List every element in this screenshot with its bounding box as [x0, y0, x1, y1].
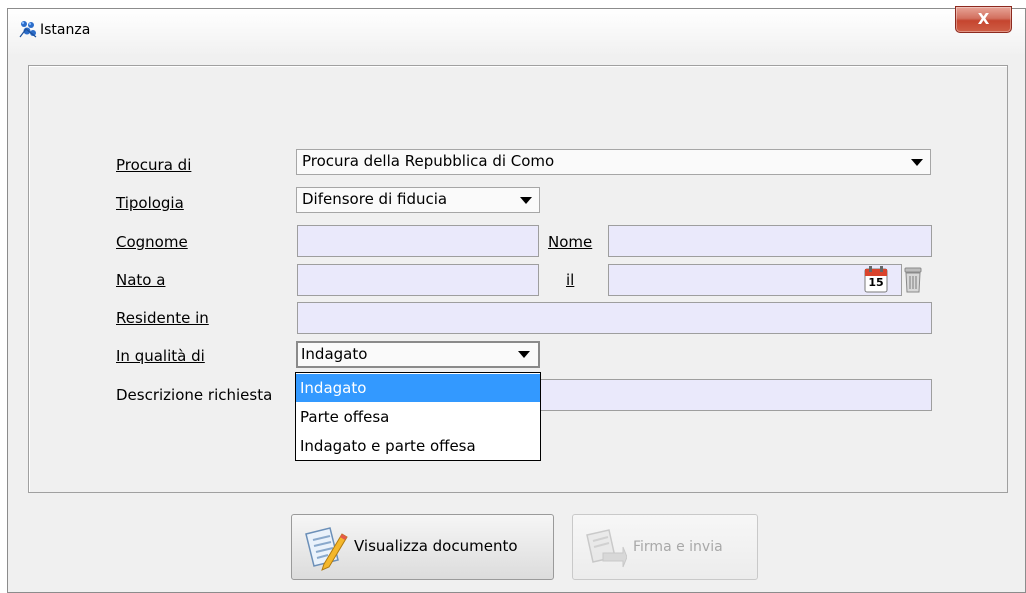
close-button[interactable]: X — [955, 6, 1012, 33]
visualizza-documento-label: Visualizza documento — [354, 537, 518, 555]
tipologia-select[interactable]: Difensore di fiducia — [296, 187, 540, 213]
descrizione-richiesta-label: Descrizione richiesta — [116, 386, 273, 404]
procura-select-value: Procura della Repubblica di Como — [302, 152, 555, 170]
nato-a-label: Nato a — [116, 271, 166, 289]
app-icon — [19, 21, 37, 38]
residente-in-input[interactable] — [297, 302, 932, 334]
chevron-down-icon — [911, 159, 923, 166]
in-qualita-di-select[interactable]: Indagato — [296, 341, 540, 368]
calendar-icon[interactable]: 15 — [864, 266, 888, 293]
procura-label: Procura di — [116, 156, 192, 174]
visualizza-documento-button[interactable]: Visualizza documento — [291, 514, 554, 580]
chevron-down-icon — [518, 351, 530, 358]
window-title: Istanza — [40, 22, 91, 38]
residente-in-label: Residente in — [116, 309, 209, 327]
firma-e-invia-button[interactable]: Firma e invia — [572, 514, 758, 580]
cognome-label: Cognome — [116, 233, 188, 251]
calendar-day: 15 — [868, 276, 884, 289]
document-send-icon — [586, 529, 627, 568]
document-edit-icon — [305, 527, 348, 571]
title-bar — [8, 9, 1025, 54]
dropdown-option-parte-offesa[interactable]: Parte offesa — [296, 403, 540, 431]
in-qualita-di-dropdown: Indagato Parte offesa Indagato e parte o… — [295, 372, 541, 461]
firma-e-invia-label: Firma e invia — [633, 539, 723, 555]
nome-input[interactable] — [608, 225, 932, 257]
tipologia-select-value: Difensore di fiducia — [302, 190, 448, 208]
in-qualita-di-select-value: Indagato — [301, 345, 368, 363]
in-qualita-di-label: In qualità di — [116, 347, 205, 365]
procura-select[interactable]: Procura della Repubblica di Como — [296, 149, 931, 175]
nato-a-input[interactable] — [297, 264, 539, 296]
trash-icon[interactable] — [902, 267, 924, 293]
dropdown-option-indagato[interactable]: Indagato — [296, 374, 540, 402]
il-label: il — [566, 271, 575, 289]
chevron-down-icon — [520, 197, 532, 204]
nome-label: Nome — [548, 233, 593, 251]
il-date-input[interactable] — [608, 264, 902, 296]
dropdown-option-indagato-e-parte-offesa[interactable]: Indagato e parte offesa — [296, 432, 540, 460]
cognome-input[interactable] — [297, 225, 539, 257]
tipologia-label: Tipologia — [116, 194, 184, 212]
